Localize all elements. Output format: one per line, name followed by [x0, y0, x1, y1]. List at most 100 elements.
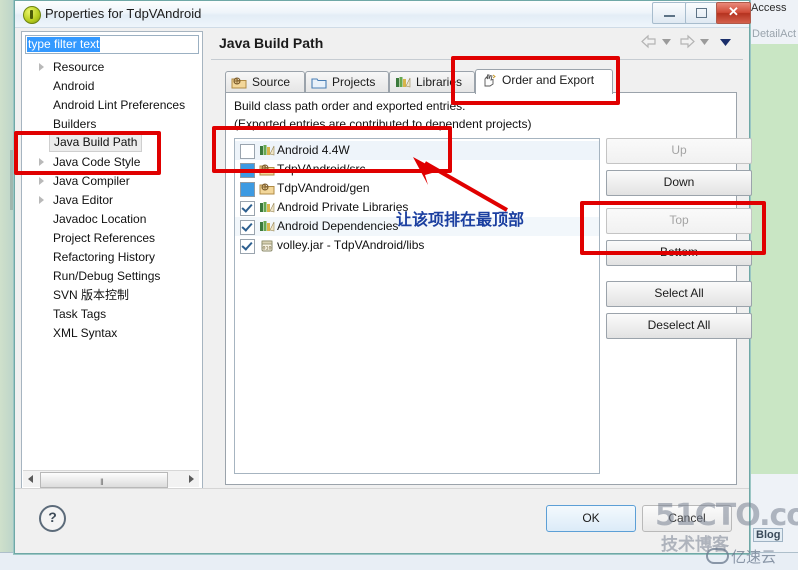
tree-item-label: Run/Debug Settings — [53, 269, 161, 283]
panel-description-line2: (Exported entries are contributed to dep… — [234, 117, 532, 131]
close-button[interactable]: ✕ — [716, 2, 751, 24]
page-title-divider — [211, 59, 743, 60]
list-item[interactable]: TdpVAndroid/gen — [235, 179, 599, 198]
bottom-button[interactable]: Bottom — [606, 240, 752, 266]
tree-item-xml-syntax[interactable]: XML Syntax — [22, 324, 202, 342]
tree-item-javadoc-location[interactable]: Javadoc Location — [22, 210, 202, 228]
list-item[interactable]: 010 volley.jar - TdpVAndroid/libs — [235, 236, 599, 255]
watermark-yisu-text: 亿速云 — [731, 548, 777, 566]
library-icon — [259, 219, 275, 234]
entry-checkbox[interactable] — [240, 163, 255, 178]
ok-button[interactable]: OK — [546, 505, 636, 532]
tab-projects[interactable]: Projects — [305, 71, 389, 94]
library-icon — [259, 200, 275, 215]
deselect-all-button[interactable]: Deselect All — [606, 313, 752, 339]
build-path-entry-list[interactable]: Android 4.4W TdpVAndroid/src TdpVAndroid/g… — [234, 138, 600, 474]
tree-item-svn[interactable]: SVN 版本控制 — [22, 286, 202, 304]
panel-description-line1: Build class path order and exported entr… — [234, 99, 466, 113]
maximize-icon — [696, 8, 707, 18]
order-and-export-panel: Build class path order and exported entr… — [225, 92, 752, 485]
down-button[interactable]: Down — [606, 170, 752, 196]
background-editor-label: DetailAct — [752, 28, 797, 40]
tree-item-label: Android Lint Preferences — [53, 98, 186, 112]
entry-label: TdpVAndroid/gen — [277, 181, 370, 195]
projects-icon — [311, 75, 328, 90]
tree-item-label: Java Compiler — [53, 174, 130, 188]
dialog-title-bar[interactable]: Properties for TdpVAndroid ✕ — [15, 1, 751, 28]
library-icon — [259, 143, 275, 158]
tab-order-and-export[interactable]: Order and Export — [475, 69, 613, 94]
svg-text:010: 010 — [262, 246, 271, 252]
settings-content-pane: Java Build Path Source Projects Libraries O… — [211, 31, 752, 487]
tree-horizontal-scrollbar[interactable]: ‖ — [23, 470, 199, 488]
page-title: Java Build Path — [219, 35, 324, 51]
tab-source[interactable]: Source — [225, 71, 305, 94]
tree-item-label: Builders — [53, 117, 97, 131]
tree-item-java-compiler[interactable]: Java Compiler — [22, 172, 202, 190]
tree-item-label: Refactoring History — [53, 250, 156, 264]
tree-item-java-build-path[interactable]: Java Build Path — [22, 133, 202, 152]
tree-item-label: Android — [53, 79, 95, 93]
tab-strip: Source Projects Libraries Order and Export — [225, 69, 737, 94]
tree-item-android[interactable]: Android — [22, 77, 202, 95]
libraries-icon — [395, 75, 412, 90]
entry-label: Android Private Libraries — [277, 200, 409, 214]
dialog-title: Properties for TdpVAndroid — [45, 6, 202, 21]
tree-item-java-editor[interactable]: Java Editor — [22, 191, 202, 209]
maximize-button[interactable] — [685, 2, 718, 24]
filter-input[interactable]: type filter text — [25, 35, 199, 54]
entry-label: Android 4.4W — [277, 143, 350, 157]
entry-checkbox[interactable] — [240, 144, 255, 159]
tree-item-label: Java Editor — [53, 193, 114, 207]
watermark-yisu: 亿速云 — [706, 546, 776, 567]
order-export-icon — [481, 73, 498, 88]
source-folder-icon — [259, 181, 275, 196]
tree-item-label: SVN 版本控制 — [53, 288, 130, 302]
settings-tree-pane: type filter text Resource Android Android … — [21, 31, 203, 489]
scroll-right-icon[interactable] — [183, 471, 199, 487]
tree-item-label: Project References — [53, 231, 156, 245]
source-folder-icon — [259, 162, 275, 177]
tab-label: Projects — [332, 75, 376, 89]
tree-item-resource[interactable]: Resource — [22, 58, 202, 76]
select-all-button[interactable]: Select All — [606, 281, 752, 307]
expand-arrow-icon[interactable] — [39, 196, 44, 204]
cloud-icon — [706, 548, 729, 564]
tree-item-java-code-style[interactable]: Java Code Style — [22, 153, 202, 171]
scrollbar-thumb[interactable]: ‖ — [40, 472, 168, 488]
close-icon: ✕ — [728, 4, 739, 19]
tree-item-task-tags[interactable]: Task Tags — [22, 305, 202, 323]
entry-checkbox[interactable] — [240, 239, 255, 254]
tree-item-project-references[interactable]: Project References — [22, 229, 202, 247]
background-green-area — [749, 44, 798, 474]
list-item[interactable]: TdpVAndroid/src — [235, 160, 599, 179]
entry-checkbox[interactable] — [240, 220, 255, 235]
expand-arrow-icon[interactable] — [39, 177, 44, 185]
dialog-footer: ? OK Cancel — [15, 488, 749, 553]
expand-arrow-icon[interactable] — [39, 63, 44, 71]
help-button[interactable]: ? — [39, 505, 66, 532]
tab-label: Order and Export — [502, 73, 595, 87]
minimize-icon — [664, 15, 675, 17]
entry-checkbox[interactable] — [240, 182, 255, 197]
tree-item-label: Java Code Style — [53, 155, 141, 169]
list-item[interactable]: Android 4.4W — [235, 141, 599, 160]
scroll-left-icon[interactable] — [23, 471, 39, 487]
tree-item-run-debug-settings[interactable]: Run/Debug Settings — [22, 267, 202, 285]
entry-label: TdpVAndroid/src — [277, 162, 366, 176]
up-button: Up — [606, 138, 752, 164]
tree-item-android-lint-preferences[interactable]: Android Lint Preferences — [22, 96, 202, 114]
minimize-button[interactable] — [652, 2, 687, 24]
tree-item-label: Task Tags — [53, 307, 107, 321]
tree-item-builders[interactable]: Builders — [22, 115, 202, 133]
tree-item-refactoring-history[interactable]: Refactoring History — [22, 248, 202, 266]
tab-libraries[interactable]: Libraries — [389, 71, 475, 94]
entry-label: volley.jar - TdpVAndroid/libs — [277, 238, 425, 252]
entry-checkbox[interactable] — [240, 201, 255, 216]
tree-item-label: Resource — [53, 60, 105, 74]
background-ide-panel: Access DetailAct Blog — [748, 0, 798, 569]
build-path-tabfolder: Source Projects Libraries Order and Export … — [225, 69, 752, 485]
top-button: Top — [606, 208, 752, 234]
expand-arrow-icon[interactable] — [39, 158, 44, 166]
eclipse-properties-icon — [23, 6, 41, 24]
